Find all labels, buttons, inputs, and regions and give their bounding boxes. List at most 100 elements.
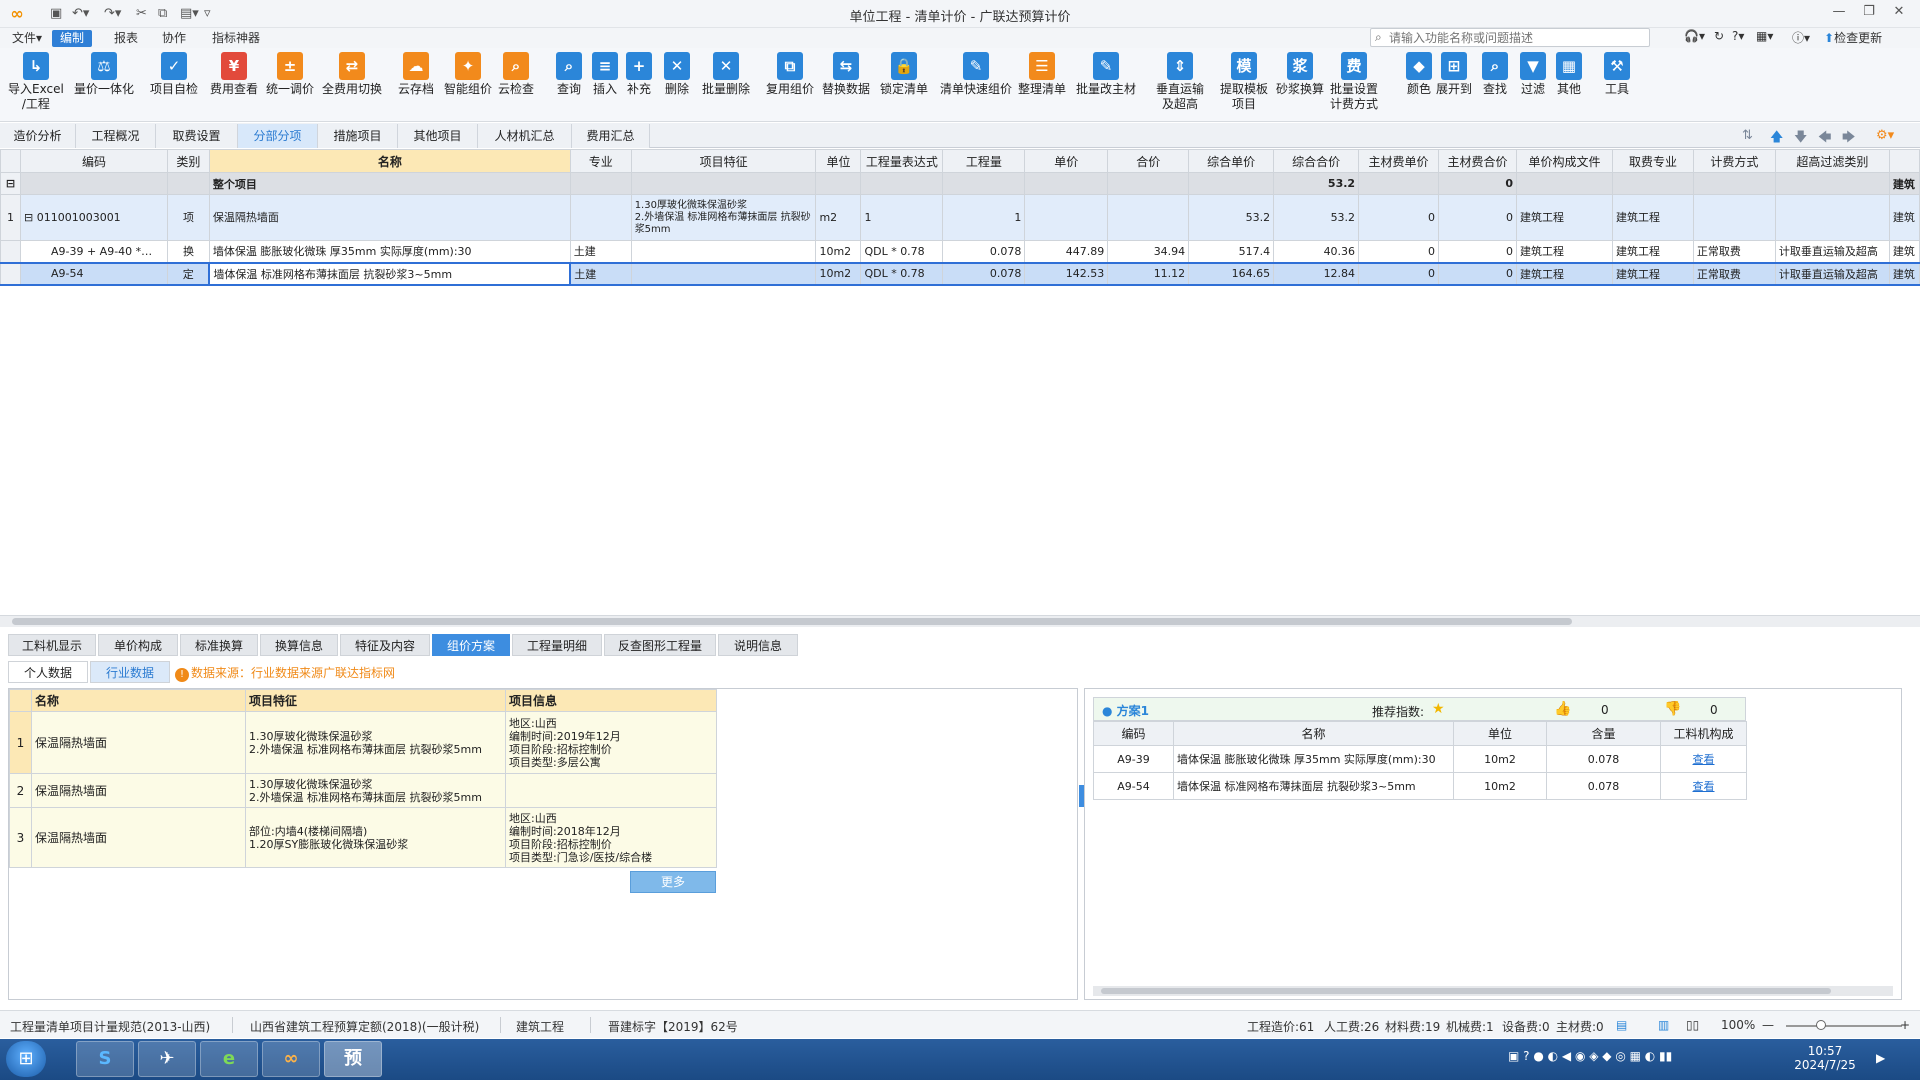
cell-specialty[interactable]: 土建	[569, 240, 632, 263]
tab-industry-data[interactable]: 行业数据	[90, 661, 170, 683]
plan-horizontal-scrollbar[interactable]	[1093, 986, 1893, 996]
status-doc-number[interactable]: 晋建标字【2019】62号	[608, 1018, 738, 1035]
item-info[interactable]: 地区:山西 编制时间:2019年12月 项目阶段:招标控制价 项目类型:多层公寓	[505, 711, 717, 774]
taskbar-app-2[interactable]: ✈	[138, 1041, 196, 1077]
total-row[interactable]: ⊟ 整个项目 53.2 0 建筑	[0, 172, 1920, 195]
table-row[interactable]: A9-39 + A9-40 *… 换 墙体保温 膨胀玻化微珠 厚35mm 实际厚…	[0, 240, 1920, 263]
header-unit[interactable]: 单位	[815, 149, 862, 173]
tray-icons[interactable]: ▣ ? ● ◐ ◀ ◉ ◈ ◆ ◎ ▦ ◐ ▮▮	[1508, 1049, 1672, 1063]
ribbon-button-batch-material[interactable]: ✎ 批量改主材	[1076, 52, 1136, 97]
cell-unit[interactable]: 10m2	[815, 261, 862, 286]
ribbon-button-template[interactable]: 模提取模板 项目	[1220, 52, 1268, 112]
header-unit-price[interactable]: 综合单价	[1188, 149, 1275, 173]
item-info[interactable]: 地区:山西 编制时间:2018年12月 项目阶段:招标控制价 项目类型:门急诊/…	[505, 807, 717, 868]
cell-unit[interactable]: m2	[815, 194, 862, 241]
tab-quantity-detail[interactable]: 工程量明细	[512, 634, 602, 656]
cell-billing-mode[interactable]: 正常取费	[1692, 261, 1776, 286]
tab-fee-summary[interactable]: 费用汇总	[572, 124, 650, 148]
cell-feature[interactable]	[630, 240, 817, 263]
item-feature[interactable]: 部位:内墙4(楼梯间隔墙) 1.20厚SY膨胀玻化微珠保温砂浆	[245, 807, 506, 868]
item-info[interactable]	[505, 773, 717, 808]
ribbon-button-filter[interactable]: ▼ 过滤	[1520, 52, 1546, 97]
ribbon-button-integration[interactable]: ⚖ 量价一体化	[74, 52, 134, 97]
ribbon-button-import[interactable]: ↳ 导入Excel /工程	[8, 52, 64, 112]
cell-code[interactable]: A9-39 + A9-40 *…	[19, 240, 168, 263]
cell-price[interactable]: 447.89	[1024, 240, 1109, 263]
cell-billing-mode[interactable]	[1692, 194, 1776, 241]
tab-description[interactable]: 说明信息	[718, 634, 798, 656]
cell-type[interactable]: 换	[166, 240, 210, 263]
maximize-button[interactable]: ❐	[1856, 4, 1882, 22]
header-feature[interactable]: 项目特征	[630, 149, 817, 173]
check-update-button[interactable]: ⬆检查更新	[1824, 29, 1882, 46]
tab-measures[interactable]: 措施项目	[318, 124, 398, 148]
header-unit-sum[interactable]: 综合合价	[1273, 149, 1360, 173]
cell-price[interactable]: 142.53	[1024, 261, 1109, 286]
support-icon[interactable]: 🎧▾	[1684, 29, 1705, 43]
cell-price-file[interactable]: 建筑工程	[1516, 261, 1613, 286]
cell-price-file[interactable]: 建筑工程	[1516, 194, 1613, 241]
ribbon-button-fee-switch[interactable]: ⇄ 全费用切换	[322, 52, 382, 97]
tab-cost-analysis[interactable]: 造价分析	[0, 124, 76, 148]
ribbon-button-query[interactable]: ⌕ 查询	[556, 52, 582, 97]
ribbon-button-expand[interactable]: ⊞ 展开到	[1436, 52, 1472, 97]
scroll-thumb[interactable]	[12, 618, 1572, 625]
status-quota[interactable]: 山西省建筑工程预算定额(2018)(一般计税)	[250, 1018, 479, 1035]
status-spec[interactable]: 工程量清单项目计量规范(2013-山西)	[10, 1018, 210, 1035]
more-button[interactable]: 更多	[630, 871, 716, 893]
header-height-filter[interactable]: 超高过滤类别	[1774, 149, 1890, 173]
ribbon-button-sort-list[interactable]: ☰ 整理清单	[1018, 52, 1066, 97]
tab-other-items[interactable]: 其他项目	[398, 124, 478, 148]
ribbon-button-find[interactable]: ⌕ 查找	[1482, 52, 1508, 97]
zoom-slider-handle[interactable]	[1816, 1020, 1826, 1030]
cell-unit[interactable]: 10m2	[815, 240, 862, 263]
function-search[interactable]: ⌕	[1370, 28, 1650, 47]
cell-qty[interactable]: 1	[942, 194, 1026, 241]
header-price[interactable]: 单价	[1024, 149, 1109, 173]
cell-height-filter[interactable]: 计取垂直运输及超高	[1774, 240, 1890, 263]
header-price-file[interactable]: 单价构成文件	[1516, 149, 1613, 173]
item-feature[interactable]: 1.30厚玻化微珠保温砂浆 2.外墙保温 标准网格布薄抹面层 抗裂砂浆5mm	[245, 773, 506, 808]
cell-height-filter[interactable]: 计取垂直运输及超高	[1774, 261, 1890, 286]
clock[interactable]: 10:57 2024/7/25	[1790, 1044, 1860, 1072]
header-qty-expr[interactable]: 工程量表达式	[860, 149, 944, 173]
collapse-all-icon[interactable]: ⊟	[0, 172, 21, 195]
close-button[interactable]: ✕	[1886, 4, 1912, 22]
item-name[interactable]: 保温隔热墙面	[31, 807, 246, 868]
tab-standard-conversion[interactable]: 标准换算	[180, 634, 258, 656]
taskbar-glodon[interactable]: ∞	[262, 1041, 320, 1077]
zoom-slider[interactable]	[1786, 1025, 1902, 1027]
view-link[interactable]: 查看	[1660, 772, 1747, 800]
list-item[interactable]: 3 保温隔热墙面 部位:内墙4(楼梯间隔墙) 1.20厚SY膨胀玻化微珠保温砂浆…	[9, 807, 717, 868]
info-icon[interactable]: ⓘ▾	[1792, 29, 1810, 46]
ribbon-button-batch-delete[interactable]: ✕ 批量删除	[702, 52, 750, 97]
status-project-type[interactable]: 建筑工程	[516, 1018, 564, 1035]
collapse-icon[interactable]: ⇅	[1742, 128, 1753, 143]
taskbar-app-1[interactable]: S	[76, 1041, 134, 1077]
item-feature[interactable]: 1.30厚玻化微珠保温砂浆 2.外墙保温 标准网格布薄抹面层 抗裂砂浆5mm	[245, 711, 506, 774]
ribbon-button-supplement[interactable]: + 补充	[626, 52, 652, 97]
tab-fee-settings[interactable]: 取费设置	[156, 124, 238, 148]
header-material-price[interactable]: 主材费单价	[1358, 149, 1440, 173]
tab-price-composition[interactable]: 单价构成	[98, 634, 178, 656]
list-item[interactable]: 2 保温隔热墙面 1.30厚玻化微珠保温砂浆 2.外墙保温 标准网格布薄抹面层 …	[9, 773, 717, 808]
layout-icon[interactable]: ▤	[1616, 1018, 1627, 1032]
table-row-selected[interactable]: A9-54 定 墙体保温 标准网格布薄抹面层 抗裂砂浆3~5mm 土建 10m2…	[0, 261, 1920, 286]
cell-height-filter[interactable]	[1774, 194, 1890, 241]
ribbon-button-fee-view[interactable]: ¥ 费用查看	[210, 52, 258, 97]
table-row[interactable]: A9-39 墙体保温 膨胀玻化微珠 厚35mm 实际厚度(mm):30 10m2…	[1093, 745, 1747, 773]
scroll-thumb[interactable]	[1101, 988, 1831, 994]
cell-name[interactable]: 墙体保温 膨胀玻化微珠 厚35mm 实际厚度(mm):30	[208, 240, 571, 263]
menu-file[interactable]: 文件▾	[4, 30, 50, 47]
cell-fee-specialty[interactable]: 建筑工程	[1611, 194, 1694, 241]
move-up-icon[interactable]: 🡅	[1770, 128, 1783, 150]
item-name[interactable]: 保温隔热墙面	[31, 711, 246, 774]
taskbar-browser[interactable]: e	[200, 1041, 258, 1077]
table-row[interactable]: A9-54 墙体保温 标准网格布薄抹面层 抗裂砂浆3~5mm 10m2 0.07…	[1093, 772, 1747, 800]
ribbon-button-delete[interactable]: ✕ 删除	[664, 52, 690, 97]
cell-qty-expr[interactable]: QDL * 0.78	[860, 261, 944, 286]
zoom-in-icon[interactable]: +	[1900, 1018, 1910, 1032]
header-sum[interactable]: 合价	[1107, 149, 1190, 173]
notification-icon[interactable]: ▶	[1876, 1051, 1885, 1065]
cell-name[interactable]: 墙体保温 标准网格布薄抹面层 抗裂砂浆3~5mm	[208, 261, 572, 286]
